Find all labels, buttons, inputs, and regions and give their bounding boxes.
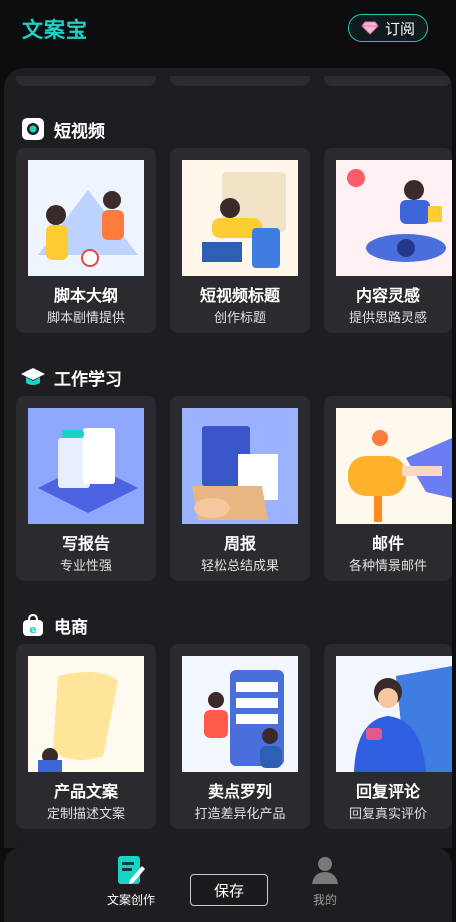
card-title: 脚本大纲 [53,286,118,305]
card-illustration [336,656,452,772]
user-icon [312,857,338,884]
previous-row-stub [16,76,156,86]
card-weekly-report[interactable]: 周报 轻松总结成果 [170,396,310,581]
section-title-short-video: 短视频 [20,116,105,142]
card-subtitle: 各种情景邮件 [348,559,427,574]
subscribe-label: 订阅 [384,19,415,38]
card-subtitle: 定制描述文案 [46,807,125,822]
card-script-outline[interactable]: 脚本大纲 脚本剧情提供 [16,148,156,333]
shopping-bag-icon: e [23,613,43,636]
graduation-cap-icon [21,368,45,385]
card-title: 邮件 [371,534,404,553]
card-email[interactable]: 邮件 各种情景邮件 [324,396,452,581]
card-selling-points[interactable]: 卖点罗列 打造差异化产品 [170,644,310,829]
card-title: 短视频标题 [199,286,280,305]
card-subtitle: 打造差异化产品 [194,807,286,822]
card-subtitle: 专业性强 [59,559,112,574]
card-content-inspiration[interactable]: 内容灵感 提供思路灵感 [324,148,452,333]
card-subtitle: 提供思路灵感 [348,311,427,326]
card-title: 周报 [223,534,256,553]
section-title-ecommerce: e 电商 [20,612,88,638]
edit-note-icon [118,856,145,884]
subscribe-button[interactable]: 订阅 [348,14,428,42]
camera-icon [22,118,44,140]
previous-row-stub [170,76,310,86]
tab-label: 文案创作 [106,893,155,907]
card-illustration [182,408,298,524]
card-illustration [28,160,144,276]
tab-label: 我的 [312,893,337,907]
card-title: 卖点罗列 [207,782,272,801]
card-illustration [28,408,144,524]
card-illustration [182,160,298,276]
card-product-copy[interactable]: 产品文案 定制描述文案 [16,644,156,829]
tab-mine[interactable]: 我的 [290,854,360,908]
card-subtitle: 回复真实评价 [348,807,427,822]
card-title: 写报告 [61,534,110,553]
card-title: 回复评论 [355,782,420,801]
card-illustration [182,656,298,772]
bottom-tab-bar: 文案创作 保存 我的 [4,846,452,922]
card-title: 产品文案 [53,782,118,801]
card-subtitle: 创作标题 [213,311,266,326]
card-illustration [336,160,452,276]
content-panel[interactable]: 短视频 脚本大纲 脚本剧情提供 短视频标题 创作标题 内容灵感 提供思路灵感 工… [4,68,452,848]
card-title: 内容灵感 [355,286,420,305]
card-subtitle: 脚本剧情提供 [46,311,125,326]
card-write-report[interactable]: 写报告 专业性强 [16,396,156,581]
card-video-title[interactable]: 短视频标题 创作标题 [170,148,310,333]
save-button[interactable]: 保存 [190,874,268,906]
card-subtitle: 轻松总结成果 [200,559,279,574]
top-bar: 文案宝 订阅 [0,0,456,62]
tab-copy-creation[interactable]: 文案创作 [96,854,166,908]
card-illustration [336,408,452,524]
app-logo: 文案宝 [22,18,88,42]
previous-row-stub [324,76,452,86]
card-reply-comments[interactable]: 回复评论 回复真实评价 [324,644,452,829]
card-illustration [28,656,144,772]
section-title-work-study: 工作学习 [20,364,122,390]
diamond-icon [361,21,379,35]
svg-text:e: e [29,623,36,636]
